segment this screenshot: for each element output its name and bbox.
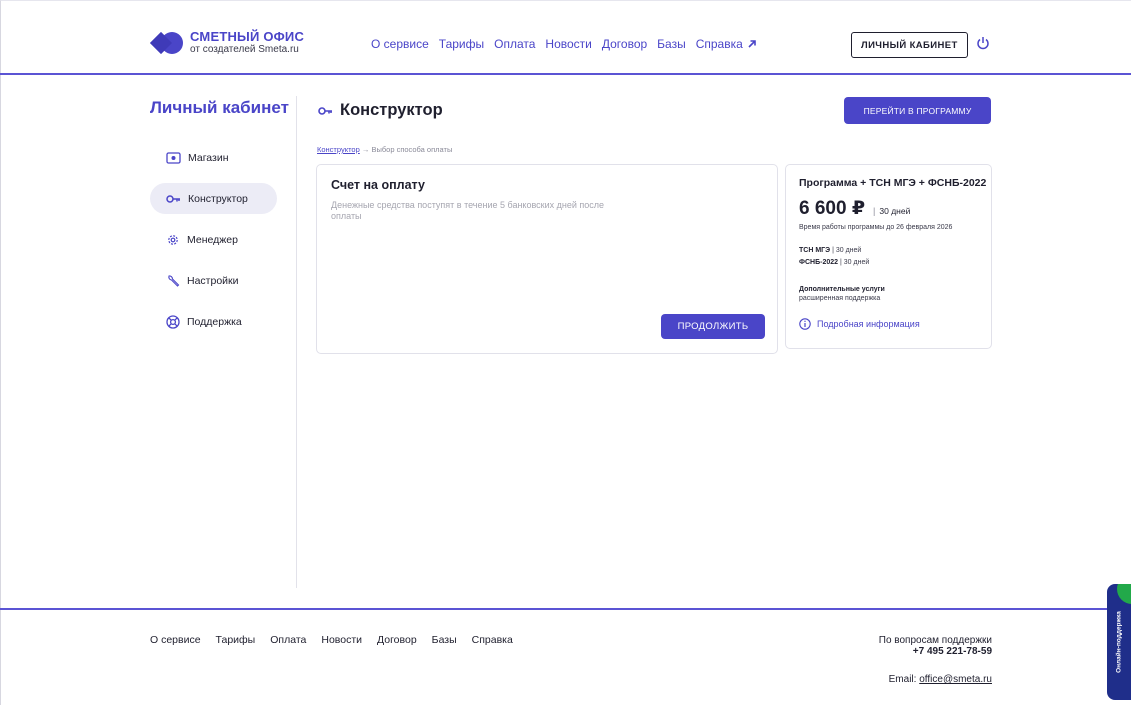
database-period: 30 дней	[843, 259, 870, 266]
database-separator: |	[832, 247, 834, 254]
nav-help-label: Справка	[695, 37, 743, 51]
email-link[interactable]: office@smeta.ru	[919, 674, 992, 685]
chat-indicator	[1117, 584, 1131, 604]
sidebar-title: Личный кабинет	[150, 98, 289, 117]
logo-title: СМЕТНЫЙ ОФИС	[190, 29, 305, 44]
support-label: По вопросам поддержки	[878, 635, 992, 646]
footer-nav: О сервисе Тарифы Оплата Новости Договор …	[150, 634, 528, 646]
go-to-program-button[interactable]: ПЕРЕЙТИ В ПРОГРАММУ	[844, 97, 991, 124]
page-title: Конструктор	[318, 101, 443, 120]
email-label: Email:	[888, 674, 917, 685]
top-nav: О сервисе Тарифы Оплата Новости Договор …	[371, 37, 767, 51]
personal-cabinet-button[interactable]: ЛИЧНЫЙ КАБИНЕТ	[851, 32, 968, 58]
external-link-icon	[748, 40, 756, 48]
footer-nav-tariffs[interactable]: Тарифы	[216, 634, 256, 646]
breadcrumb-separator: →	[361, 145, 370, 154]
breadcrumb-current: Выбор способа оплаты	[371, 145, 453, 154]
sidebar-item-constructor[interactable]: Конструктор	[150, 183, 277, 214]
footer-nav-help[interactable]: Справка	[472, 634, 513, 646]
sidebar-item-label: Настройки	[187, 274, 239, 287]
nav-tariffs[interactable]: Тарифы	[439, 37, 484, 51]
database-period: 30 дней	[835, 247, 862, 254]
sidebar-item-store[interactable]: Магазин	[150, 142, 277, 173]
sidebar-item-label: Конструктор	[188, 192, 248, 205]
lifebuoy-icon	[166, 314, 180, 329]
database-name: ФСНБ-2022	[799, 259, 839, 266]
page-title-text: Конструктор	[340, 101, 443, 119]
breadcrumb: Конструктор → Выбор способа оплаты	[317, 145, 452, 154]
nav-news[interactable]: Новости	[545, 37, 591, 51]
plan-database-row: ФСНБ-2022 | 30 дней	[799, 259, 869, 266]
online-support-tab[interactable]: Онлайн-поддержка	[1107, 584, 1131, 700]
sidebar-item-settings[interactable]: Настройки	[150, 265, 277, 296]
key-icon	[166, 194, 180, 203]
info-icon	[799, 318, 811, 330]
sidebar-item-manager[interactable]: Менеджер	[150, 224, 277, 255]
footer-nav-contract[interactable]: Договор	[377, 634, 417, 646]
sidebar-item-support[interactable]: Поддержка	[150, 306, 277, 337]
detailed-info-link[interactable]: Подробная информация	[799, 318, 920, 330]
gear-icon	[168, 234, 178, 245]
store-icon	[166, 151, 181, 164]
sidebar-item-label: Поддержка	[187, 315, 242, 328]
plan-price: 6 600 ₽	[799, 198, 866, 219]
invoice-title: Счет на оплату	[331, 178, 425, 192]
plan-summary-card: Программа + ТСН МГЭ + ФСНБ-2022 6 600 ₽ …	[785, 164, 992, 349]
nav-contract[interactable]: Договор	[602, 37, 647, 51]
logout-power-icon[interactable]	[976, 36, 990, 50]
site-header: СМЕТНЫЙ ОФИС от создателей Smeta.ru О се…	[0, 0, 1131, 75]
logo[interactable]: СМЕТНЫЙ ОФИС от создателей Smeta.ru	[150, 30, 304, 56]
nav-help[interactable]: Справка	[696, 37, 757, 51]
support-phone[interactable]: +7 495 221-78-59	[879, 646, 992, 657]
plan-database-row: ТСН МГЭ | 30 дней	[799, 247, 861, 254]
online-support-label: Онлайн-поддержка	[1115, 611, 1123, 673]
support-email: Email: office@smeta.ru	[889, 674, 992, 685]
nav-payment[interactable]: Оплата	[494, 37, 535, 51]
invoice-payment-card: Счет на оплату Денежные средства поступя…	[316, 164, 778, 354]
sidebar-item-label: Магазин	[188, 151, 229, 164]
invoice-description: Денежные средства поступят в течение 5 б…	[331, 200, 605, 221]
footer-nav-payment[interactable]: Оплата	[270, 634, 306, 646]
extra-services-value: расширенная поддержка	[799, 295, 881, 302]
nav-bases[interactable]: Базы	[657, 37, 686, 51]
database-separator: |	[839, 259, 842, 266]
breadcrumb-link[interactable]: Конструктор	[317, 145, 360, 154]
continue-button[interactable]: ПРОДОЛЖИТЬ	[661, 314, 765, 339]
support-contacts: По вопросам поддержки +7 495 221-78-59	[879, 635, 992, 657]
key-icon	[318, 106, 332, 115]
sidebar-divider	[296, 96, 297, 588]
database-name: ТСН МГЭ	[799, 247, 831, 254]
footer-nav-news[interactable]: Новости	[321, 634, 362, 646]
plan-name: Программа + ТСН МГЭ + ФСНБ-2022	[799, 177, 987, 189]
logo-icon	[150, 32, 184, 54]
plan-valid-until: Время работы программы до 26 февраля 202…	[799, 224, 953, 231]
nav-about[interactable]: О сервисе	[371, 37, 429, 51]
detailed-info-label: Подробная информация	[817, 319, 920, 329]
price-separator: |	[873, 206, 876, 216]
wrench-icon	[168, 274, 180, 287]
site-footer: О сервисе Тарифы Оплата Новости Договор …	[0, 608, 1131, 705]
logo-subtitle: от создателей Smeta.ru	[190, 44, 299, 55]
sidebar-menu: Магазин Конструктор Менеджер Настройки П…	[150, 142, 277, 347]
sidebar-item-label: Менеджер	[187, 233, 238, 246]
extra-services-title: Дополнительные услуги	[799, 286, 885, 293]
footer-nav-bases[interactable]: Базы	[432, 634, 457, 646]
plan-period: 30 дней	[879, 206, 911, 216]
footer-nav-about[interactable]: О сервисе	[150, 634, 201, 646]
plan-price-row: 6 600 ₽ | 30 дней	[799, 197, 910, 220]
